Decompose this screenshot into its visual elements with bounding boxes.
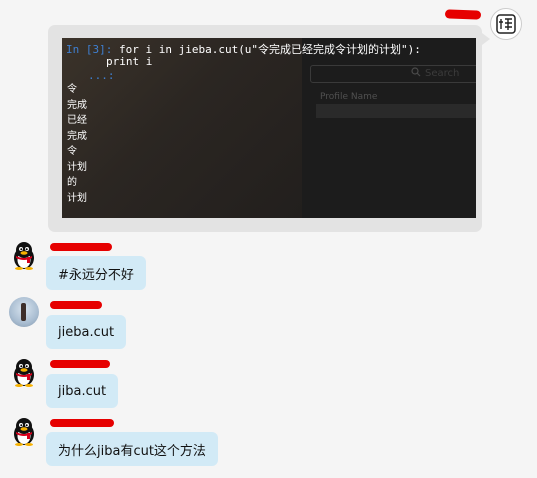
ghost-list-row	[316, 104, 476, 118]
seal-avatar-icon	[496, 14, 516, 34]
qq-penguin-icon[interactable]	[10, 357, 38, 387]
photo-avatar[interactable]	[9, 297, 39, 327]
code-line: for i in jieba.cut(u"令完成已经完成令计划的计划"):	[112, 43, 421, 56]
output-token: 令	[67, 146, 77, 157]
message-bubble[interactable]: 为什么jiba有cut这个方法	[46, 432, 218, 466]
ghost-column-header: Profile Name	[320, 92, 378, 102]
self-avatar[interactable]	[490, 8, 522, 40]
message-bubble[interactable]: #永远分不好	[46, 256, 146, 290]
ghost-search-field: Search	[310, 65, 476, 83]
code-line-2: print i	[106, 55, 153, 68]
output-token: 令	[67, 84, 77, 95]
image-message-bubble[interactable]: Search Profile Name In [3]: for i in jie…	[48, 25, 490, 232]
terminal-screenshot[interactable]: Search Profile Name In [3]: for i in jie…	[62, 38, 476, 218]
redacted-sender-name	[50, 419, 114, 427]
redacted-sender-name	[444, 9, 482, 20]
message-bubble[interactable]: jieba.cut	[46, 315, 127, 349]
continuation-prompt: ...:	[88, 69, 115, 82]
message-text: #永远分不好	[58, 267, 134, 283]
redacted-sender-name	[50, 360, 110, 368]
output-token: 的	[67, 177, 77, 188]
ghost-search-placeholder: Search	[425, 68, 460, 79]
message-text: jieba.cut	[58, 324, 115, 340]
output-token: 计划	[67, 161, 87, 173]
output-token: 完成	[67, 130, 87, 142]
redacted-sender-name	[50, 301, 102, 309]
qq-penguin-icon[interactable]	[10, 416, 38, 446]
output-token: 完成	[67, 99, 87, 111]
redacted-sender-name	[50, 243, 112, 251]
output-token: 已经	[67, 115, 87, 126]
search-icon	[411, 67, 421, 80]
terminal-background	[62, 38, 302, 218]
message-text: jiba.cut	[58, 383, 107, 399]
qq-penguin-icon[interactable]	[10, 240, 38, 270]
chat-window: Search Profile Name In [3]: for i in jie…	[0, 0, 537, 478]
avatar-figure	[21, 303, 26, 321]
message-bubble[interactable]: jiba.cut	[46, 374, 119, 408]
message-text: 为什么jiba有cut这个方法	[58, 443, 206, 459]
output-token: 计划	[67, 192, 87, 204]
